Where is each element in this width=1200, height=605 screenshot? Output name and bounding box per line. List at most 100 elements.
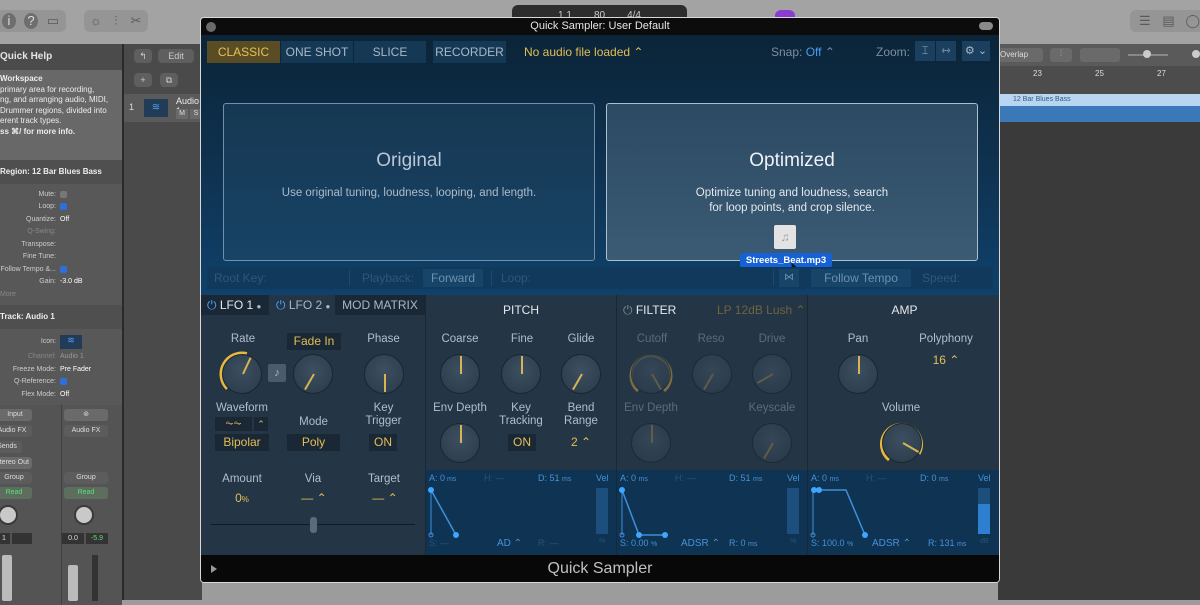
param-channel[interactable]: Channel: Audio 1 (0, 351, 122, 364)
power-icon[interactable]: ⏻ (207, 298, 217, 312)
tab-lfo1[interactable]: ⏻ LFO 1 ● (201, 295, 269, 315)
scissors-icon[interactable]: ✂ (130, 13, 142, 29)
key-tracking-toggle[interactable]: ON (508, 434, 536, 451)
toolbar-toggle[interactable] (979, 22, 993, 30)
volume-knob[interactable] (882, 423, 922, 463)
glide-knob[interactable] (561, 354, 601, 394)
via-select[interactable]: — ⌃ (296, 491, 332, 505)
track-row[interactable]: 1 ≋ Audio 1 M S (124, 94, 204, 122)
crossfade-icon[interactable]: ⋈ (779, 269, 799, 287)
recorder-button[interactable]: RECORDER (433, 41, 506, 63)
param-transpose[interactable]: Transpose: (0, 238, 122, 251)
amp-envelope[interactable]: A: 0 ms H: — D: 0 ms Vel S: 100.0 % ADSR… (808, 470, 999, 555)
edit-menu[interactable]: Edit (158, 49, 194, 63)
group-button-2[interactable]: Group (64, 471, 108, 484)
back-button[interactable]: ↰ (134, 49, 152, 63)
tab-lfo2[interactable]: ⏻ LFO 2 ● (270, 295, 334, 315)
tab-one-shot[interactable]: ONE SHOT (281, 41, 353, 63)
velocity-meter[interactable] (978, 488, 990, 534)
duplicate-track-button[interactable]: ⧉ (160, 73, 178, 87)
tab-slice[interactable]: SLICE (354, 41, 426, 63)
waveform-zoom-button[interactable]: ⫶ (1050, 48, 1072, 62)
info-icon[interactable]: i (2, 13, 16, 29)
brightness-icon[interactable]: ☼ (90, 13, 102, 29)
phase-knob[interactable] (364, 354, 404, 394)
window-icon[interactable]: ▤ (1162, 13, 1176, 29)
loop-checkbox[interactable] (60, 203, 67, 211)
zoom-buttons[interactable] (1080, 48, 1120, 62)
pitch-envelope[interactable]: A: 0 ms H: — D: 51 ms Vel S: — AD ⌃ R: —… (426, 470, 616, 555)
audio-file-menu[interactable]: No audio file loaded ⌃ (524, 45, 643, 59)
region-inspector-header[interactable]: Region: 12 Bar Blues Bass (0, 160, 122, 184)
release-value[interactable]: R: 131 ms (928, 538, 966, 548)
mute-checkbox[interactable] (60, 190, 67, 198)
note-sync-icon[interactable]: ♪ (268, 364, 286, 382)
velocity-meter[interactable] (787, 488, 799, 534)
amount-slider-thumb[interactable] (310, 517, 317, 533)
param-freeze-mode[interactable]: Freeze Mode: Pre Fader (0, 363, 122, 376)
tab-mod-matrix[interactable]: MOD MATRIX (335, 295, 425, 315)
disclosure-triangle-icon[interactable] (211, 565, 217, 573)
bipolar-toggle[interactable]: Bipolar (215, 434, 269, 451)
automation-read-button[interactable]: Read (0, 486, 32, 499)
horizontal-zoom-thumb[interactable] (1192, 50, 1200, 58)
envelope-type-select[interactable]: ADSR ⌃ (872, 538, 911, 549)
follow-tempo-checkbox[interactable] (60, 265, 67, 273)
automation-read-button-2[interactable]: Read (64, 486, 108, 499)
envelope-type-select[interactable]: AD ⌃ (497, 538, 522, 549)
drop-zone-optimized[interactable]: Optimized Optimize tuning and loudness, … (606, 103, 978, 276)
drive-knob[interactable] (752, 354, 792, 394)
help-icon[interactable]: ? (24, 13, 38, 29)
snap-menu[interactable]: Snap: Off ⌃ (771, 45, 835, 59)
fade-in-knob[interactable] (293, 354, 333, 394)
pan-knob-2[interactable] (74, 504, 94, 525)
param-gain[interactable]: Gain: -3.0 dB (0, 276, 122, 289)
stereo-link-button[interactable]: ⊚ (64, 408, 108, 421)
waveform-stepper[interactable]: ⌃ (254, 417, 268, 431)
ruler[interactable]: 23 25 27 (998, 66, 1200, 94)
track-inspector-header[interactable]: Track: Audio 1 (0, 304, 122, 329)
tab-classic[interactable]: CLASSIC (207, 41, 280, 63)
amount-value[interactable]: 0% (225, 491, 259, 505)
dragged-file-name[interactable]: Streets_Beat.mp3 (740, 253, 832, 268)
group-button[interactable]: Group (0, 471, 32, 484)
cutoff-knob[interactable] (631, 354, 671, 394)
param-quantize[interactable]: Quantize: Off (0, 213, 122, 226)
bend-range-select[interactable]: 2 ⌃ (561, 435, 601, 449)
input-button[interactable]: Input (0, 408, 32, 421)
audio-fx-slot-2[interactable]: Audio FX (64, 424, 108, 437)
mixer-icon[interactable]: ⫶ (110, 13, 122, 29)
pan-knob[interactable] (838, 354, 878, 394)
zoom-horizontal-icon[interactable]: ⇿ (936, 41, 956, 61)
envelope-type-select[interactable]: ADSR ⌃ (681, 538, 720, 549)
filter-envelope[interactable]: A: 0 ms H: — D: 51 ms Vel S: 0.00 % ADSR… (617, 470, 807, 555)
release-value[interactable]: R: 0 ms (729, 538, 757, 548)
volume-fader[interactable] (2, 554, 12, 601)
sustain-value[interactable]: S: 100.0 % (811, 538, 853, 548)
sends-slot[interactable]: Sends (0, 440, 22, 453)
audio-region[interactable]: 12 Bar Blues Bass (998, 94, 1200, 122)
power-icon[interactable]: ⏻ (276, 298, 286, 312)
coarse-knob[interactable] (440, 354, 480, 394)
playback-mode-button[interactable]: Forward (423, 269, 483, 287)
follow-tempo-button[interactable]: Follow Tempo (811, 269, 911, 287)
waveform-shape-icon[interactable]: ⏦⏦ (215, 417, 252, 431)
mode-select[interactable]: Poly (287, 434, 340, 451)
track-icon-waveform[interactable]: ≋ (60, 334, 82, 349)
close-button[interactable] (206, 22, 216, 32)
key-trigger-toggle[interactable]: ON (369, 434, 397, 451)
pan-knob[interactable] (0, 504, 18, 525)
volume-fader-2[interactable] (68, 564, 78, 601)
gear-icon[interactable]: ⚙ ⌄ (962, 41, 990, 61)
filter-type-select[interactable]: LP 12dB Lush ⌃ (717, 303, 806, 317)
q-reference-checkbox[interactable] (60, 378, 67, 386)
add-track-button[interactable]: + (134, 73, 152, 87)
rate-knob[interactable] (222, 354, 262, 394)
polyphony-select[interactable]: 16 ⌃ (926, 353, 966, 367)
audio-fx-slot[interactable]: Audio FX (0, 424, 32, 437)
reso-knob[interactable] (692, 354, 732, 394)
velocity-meter[interactable] (596, 488, 608, 534)
param-flex-mode[interactable]: Flex Mode: Off (0, 388, 122, 401)
filter-power-icon[interactable]: ⏻ (623, 303, 633, 317)
param-more[interactable]: More (0, 288, 122, 301)
